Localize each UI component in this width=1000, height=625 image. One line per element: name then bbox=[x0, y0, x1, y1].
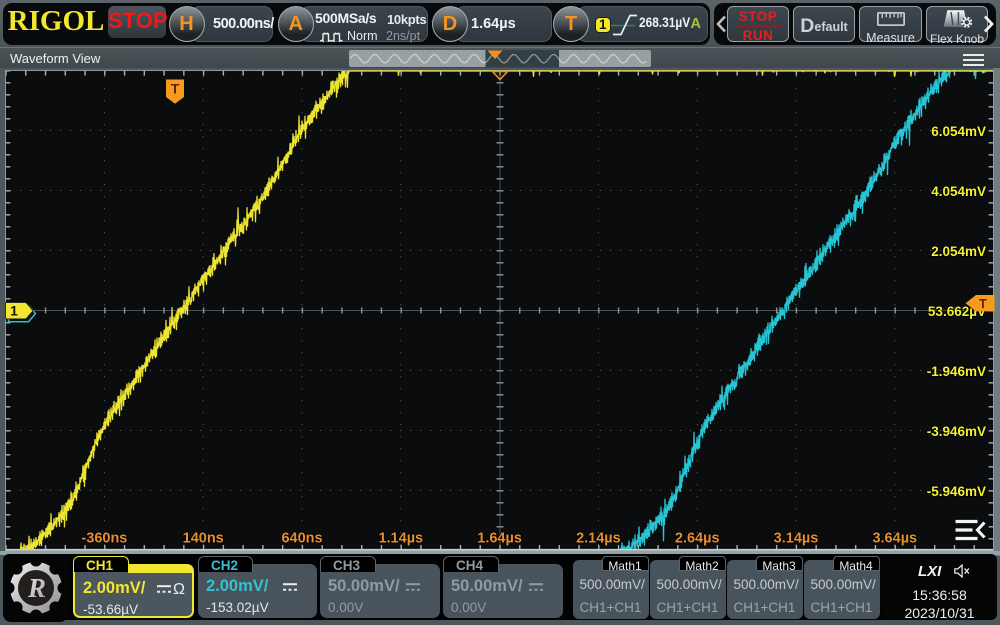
svg-text:-5.946mV: -5.946mV bbox=[927, 484, 986, 499]
svg-text:4.054mV: 4.054mV bbox=[931, 184, 986, 199]
svg-text:640ns: 640ns bbox=[281, 530, 322, 546]
svg-text:-3.946mV: -3.946mV bbox=[927, 424, 986, 439]
svg-text:1.14µs: 1.14µs bbox=[378, 530, 423, 546]
svg-text:3.64µs: 3.64µs bbox=[872, 530, 917, 546]
svg-text:2.64µs: 2.64µs bbox=[675, 530, 720, 546]
svg-text:3.14µs: 3.14µs bbox=[774, 530, 819, 546]
svg-text:1: 1 bbox=[10, 304, 18, 319]
svg-text:R: R bbox=[27, 573, 46, 603]
svg-text:2.054mV: 2.054mV bbox=[931, 244, 986, 259]
svg-text:-360ns: -360ns bbox=[81, 530, 127, 546]
svg-text:T: T bbox=[171, 81, 180, 97]
svg-text:140ns: 140ns bbox=[183, 530, 224, 546]
svg-text:T: T bbox=[979, 297, 987, 311]
svg-text:6.054mV: 6.054mV bbox=[931, 124, 986, 139]
svg-text:2.14µs: 2.14µs bbox=[576, 530, 621, 546]
svg-text:-1.946mV: -1.946mV bbox=[927, 364, 986, 379]
svg-text:1.64µs: 1.64µs bbox=[477, 530, 522, 546]
